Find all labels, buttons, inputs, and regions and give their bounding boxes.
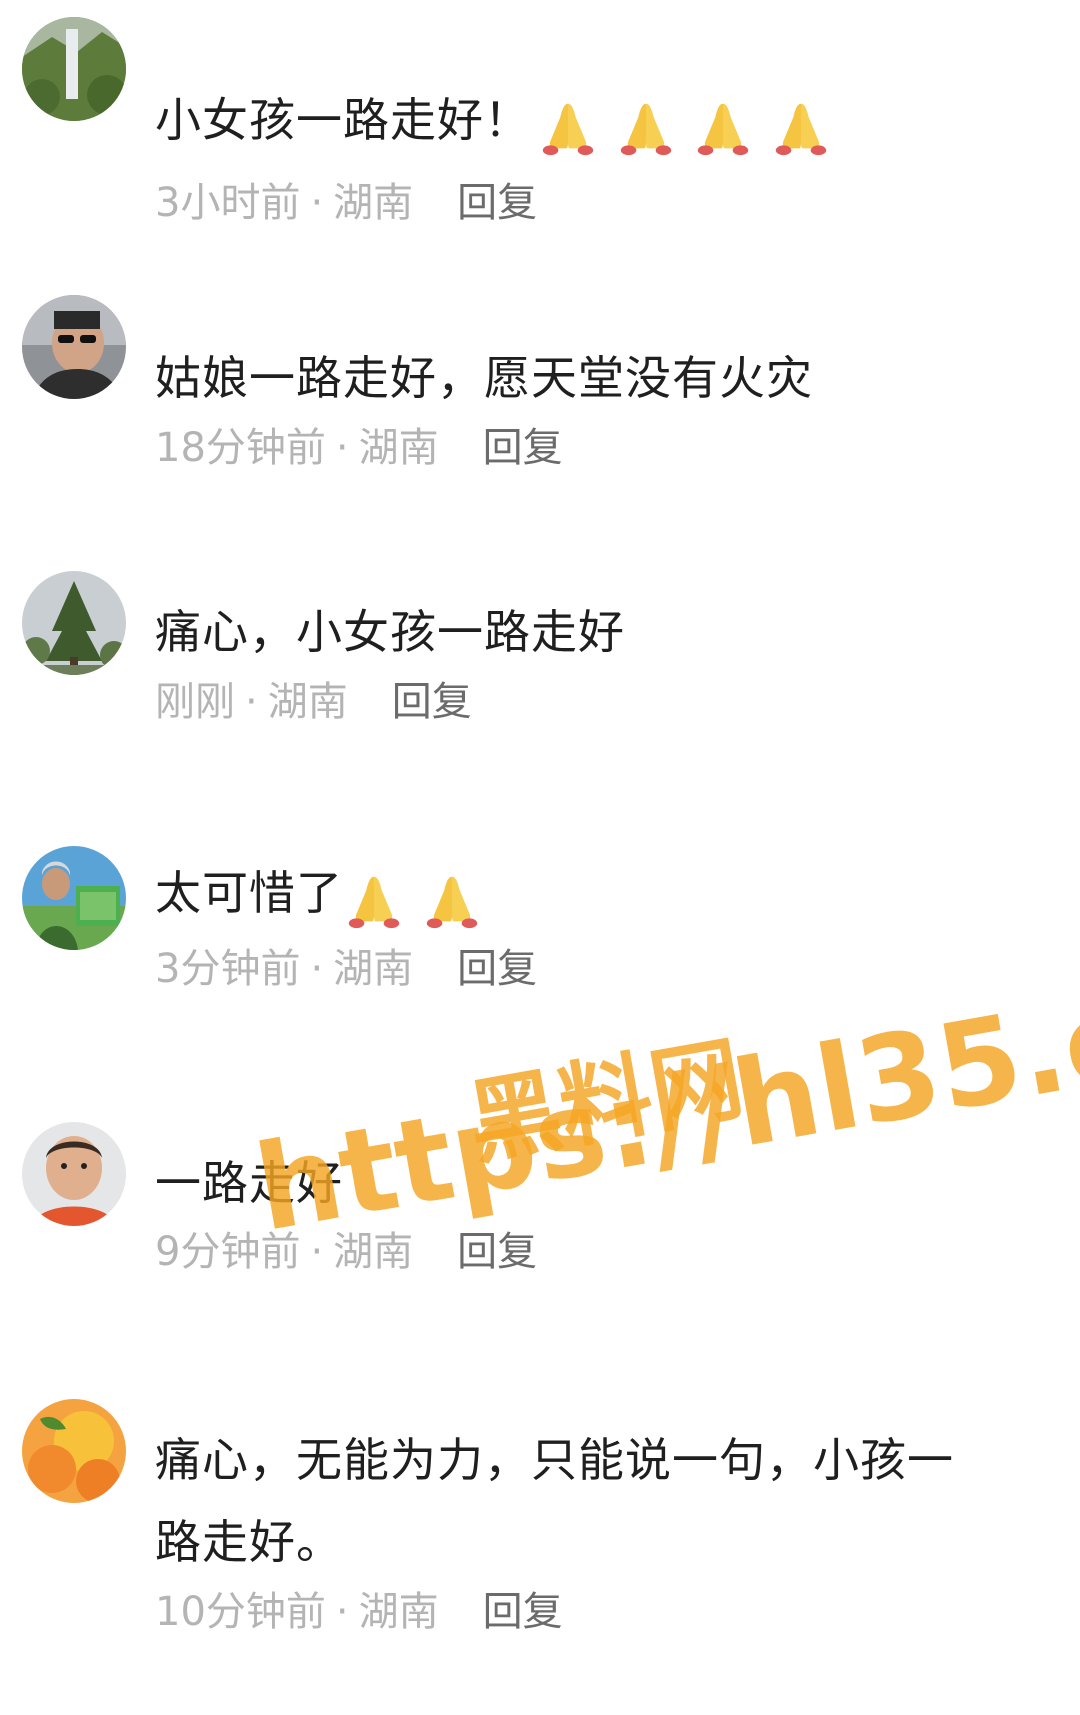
- folded-hands-icon: [620, 103, 671, 156]
- comment-text: 一路走好: [155, 1156, 343, 1210]
- folded-hands-icon: [542, 103, 594, 156]
- reply-button[interactable]: 回复: [457, 944, 537, 994]
- separator-dot: ·: [245, 679, 258, 725]
- comment-location: 湖南: [333, 180, 414, 226]
- comment-time: 10分钟前: [155, 1589, 326, 1635]
- comment-meta: 刚刚 · 湖南 回复: [155, 677, 472, 727]
- separator-dot: ·: [310, 1229, 324, 1275]
- comment-meta: 3小时前 · 湖南 回复: [155, 178, 537, 228]
- comment-location: 湖南: [333, 1229, 414, 1275]
- reply-button[interactable]: 回复: [392, 677, 472, 727]
- folded-hands-icon: [426, 876, 477, 929]
- comment-time: 3分钟前: [155, 946, 301, 992]
- folded-hands-icon: [698, 103, 749, 156]
- comment-text: 姑娘一路走好，愿天堂没有火灾: [155, 351, 813, 405]
- man-sunglasses-avatar[interactable]: [22, 295, 126, 399]
- waterfall-avatar[interactable]: [22, 17, 126, 121]
- comment-location: 湖南: [267, 679, 348, 725]
- elder-woman-avatar[interactable]: [22, 846, 126, 950]
- folded-hands-icon: [775, 103, 827, 156]
- comment-time: 刚刚: [155, 679, 235, 725]
- reply-button[interactable]: 回复: [483, 423, 563, 473]
- reply-button[interactable]: 回复: [457, 178, 537, 228]
- comment-meta: 10分钟前 · 湖南 回复: [155, 1587, 563, 1637]
- reply-button[interactable]: 回复: [457, 1227, 537, 1277]
- folded-hands-icon: [348, 876, 400, 929]
- comment-location: 湖南: [358, 425, 439, 471]
- man-portrait-avatar[interactable]: [22, 1122, 126, 1226]
- comment-meta: 9分钟前 · 湖南 回复: [155, 1227, 537, 1277]
- comment-location: 湖南: [333, 946, 414, 992]
- comment-time: 3小时前: [155, 180, 301, 226]
- comment-meta: 18分钟前 · 湖南 回复: [155, 423, 563, 473]
- comment-text: 痛心，小女孩一路走好: [155, 605, 625, 659]
- comment-time: 18分钟前: [155, 425, 326, 471]
- comment-time: 9分钟前: [155, 1229, 301, 1275]
- comment-text: 太可惜了: [155, 866, 343, 920]
- separator-dot: ·: [310, 946, 324, 992]
- peach-fruit-avatar[interactable]: [22, 1399, 126, 1503]
- comment-meta: 3分钟前 · 湖南 回复: [155, 944, 537, 994]
- comment-text: 痛心，无能为力，只能说一句，小孩一路走好。: [155, 1433, 954, 1569]
- tree-avatar[interactable]: [22, 571, 126, 675]
- comment-location: 湖南: [358, 1589, 439, 1635]
- comment-text: 小女孩一路走好！: [155, 93, 531, 147]
- separator-dot: ·: [335, 1589, 349, 1635]
- separator-dot: ·: [335, 425, 349, 471]
- separator-dot: ·: [310, 180, 324, 226]
- reply-button[interactable]: 回复: [483, 1587, 563, 1637]
